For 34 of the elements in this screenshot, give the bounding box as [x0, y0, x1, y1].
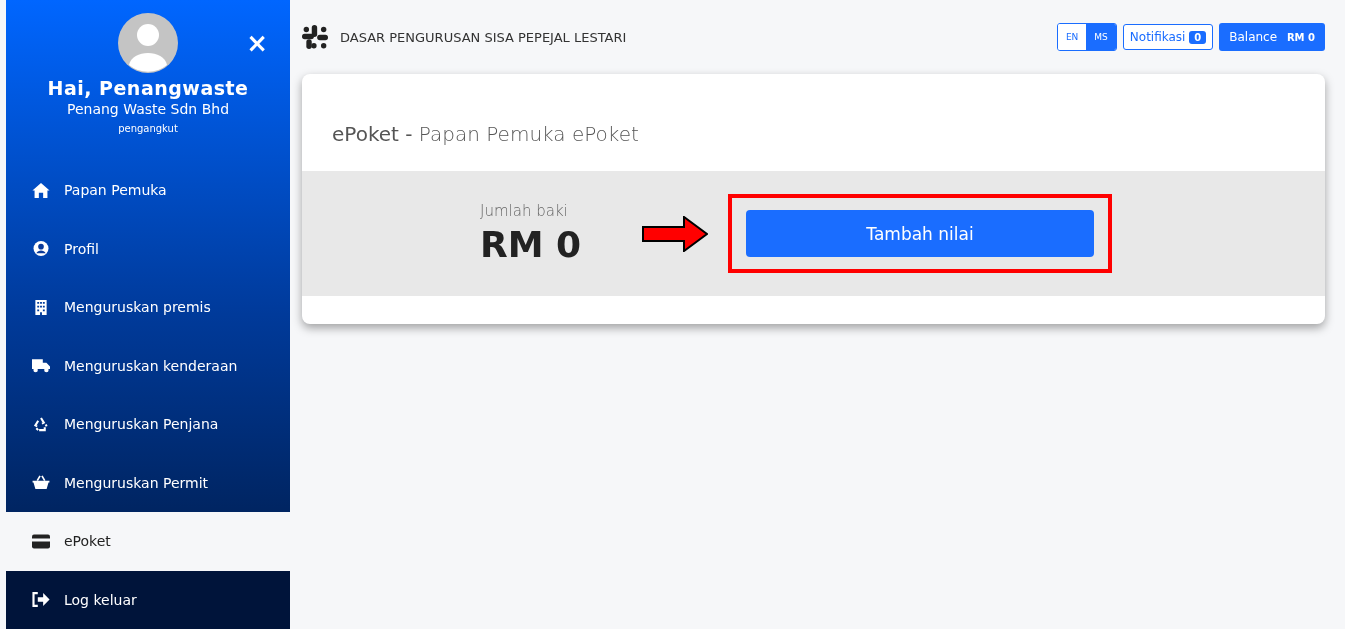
- sidebar-item[interactable]: Menguruskan premis: [6, 277, 290, 337]
- sidebar-item[interactable]: Profil: [6, 219, 290, 278]
- balance-label: Jumlah baki: [480, 202, 569, 220]
- card-icon: [32, 533, 50, 549]
- building-icon: [32, 299, 50, 315]
- user-icon: [32, 241, 50, 257]
- notification-count: 0: [1189, 31, 1207, 44]
- language-button[interactable]: MS: [1086, 24, 1116, 50]
- sidebar-item[interactable]: ePoket: [6, 512, 290, 571]
- truck-icon: [32, 358, 50, 374]
- company-name: Penang Waste Sdn Bhd: [66, 101, 230, 117]
- sidebar-item[interactable]: Papan Pemuka: [6, 160, 290, 220]
- language-button[interactable]: EN: [1057, 24, 1087, 50]
- greeting-text: Hai, Penangwaste: [47, 77, 249, 99]
- sidebar-item[interactable]: Log keluar: [6, 570, 290, 629]
- balance-amount: RM 0: [1286, 32, 1315, 43]
- close-button[interactable]: ×: [246, 30, 268, 56]
- sidebar-item[interactable]: Menguruskan Penjana: [6, 394, 290, 454]
- user-role: pengangkut: [118, 123, 178, 134]
- logo-icon: [302, 24, 328, 50]
- home-icon: [32, 182, 50, 198]
- sidebar-item[interactable]: Menguruskan Permit: [6, 453, 290, 512]
- sidebar-item[interactable]: Menguruskan kenderaan: [6, 336, 290, 395]
- avatar-icon: [118, 13, 178, 73]
- notifications-button[interactable]: Notifikasi 0: [1122, 24, 1214, 50]
- recycle-icon: [32, 416, 50, 432]
- logout-icon: [32, 592, 50, 608]
- balance-button[interactable]: Balance RM 0: [1219, 23, 1325, 51]
- pointer-arrow-icon: [642, 215, 708, 252]
- card-title: ePoket - Papan Pemuka ePoket: [331, 121, 640, 148]
- basket-icon: [32, 475, 50, 491]
- balance-value: RM 0: [480, 224, 583, 265]
- site-title: DASAR PENGURUSAN SISA PEPEJAL LESTARI: [340, 29, 627, 45]
- top-up-button[interactable]: Tambah nilai: [746, 210, 1094, 257]
